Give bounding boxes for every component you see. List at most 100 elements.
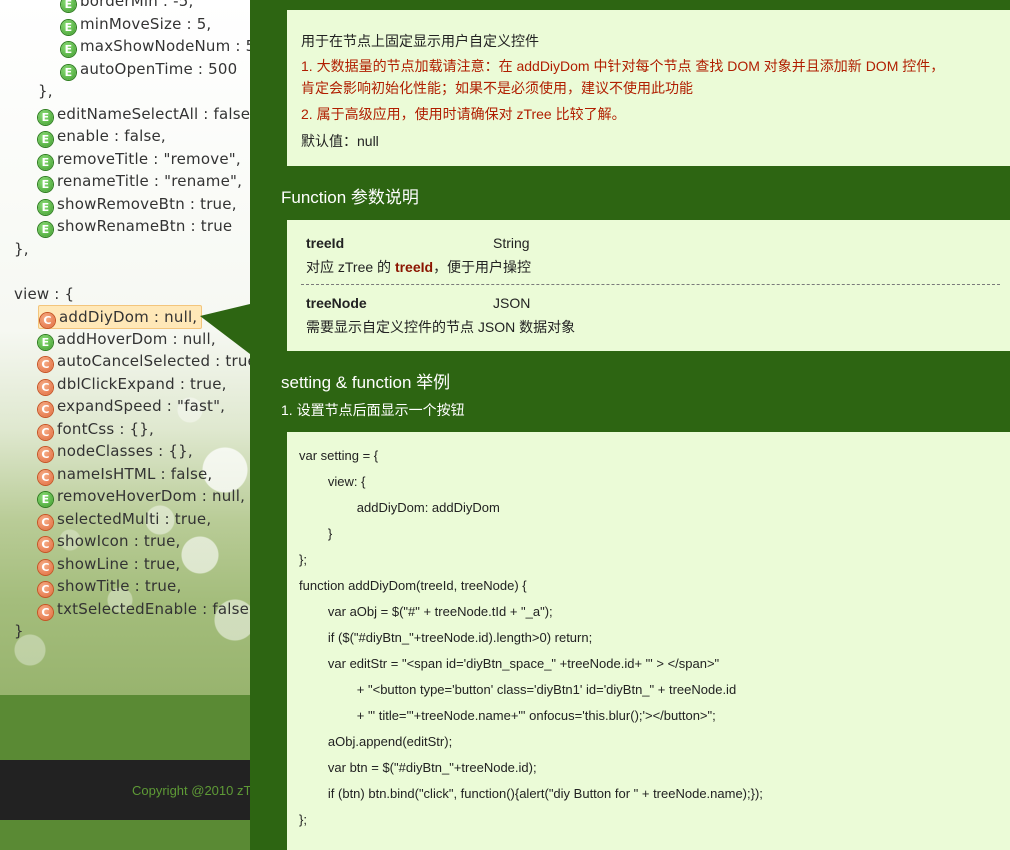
code-line: aObj.append(editStr); (299, 734, 453, 749)
tree-node-label: view : { (14, 284, 75, 303)
option-c-icon: C (38, 514, 53, 530)
tree-node-label: }, (14, 239, 29, 258)
tree-node[interactable]: EautoOpenTime : 500 (61, 58, 237, 80)
tree-node[interactable]: EshowRenameBtn : true (38, 215, 232, 237)
code-line: function addDiyDom(treeId, treeNode) { (299, 578, 527, 593)
tree-node[interactable]: CtxtSelectedEnable : false (38, 598, 249, 620)
tree-node[interactable]: CaddDiyDom : null, (38, 305, 203, 329)
code-line: var editStr = "<span id='diyBtn_space_" … (299, 656, 720, 671)
code-line: if ($("#diyBtn_"+treeNode.id).length>0) … (299, 630, 593, 645)
tree-node[interactable]: CfontCss : {}, (38, 418, 154, 440)
option-c-icon: C (38, 424, 53, 440)
advanced-usage-note: 2. 属于高级应用，使用时请确保对 zTree 比较了解。 (301, 106, 626, 122)
tree-node-label: autoOpenTime : 500 (80, 59, 238, 78)
tree-node[interactable]: EshowRemoveBtn : true, (38, 193, 237, 215)
tree-node[interactable]: EremoveHoverDom : null, (38, 485, 245, 507)
option-c-icon: C (38, 379, 53, 395)
tree-node-label: borderMin : -5, (80, 0, 194, 10)
code-line: addDiyDom: addDiyDom (299, 500, 500, 515)
callout-arrow (200, 304, 250, 354)
tree-node[interactable]: CnameIsHTML : false, (38, 463, 212, 485)
tree-node-label: } (14, 622, 24, 640)
option-e-icon: E (38, 334, 53, 350)
param-treeid-type: String (493, 235, 530, 251)
tree-node-label: enable : false, (57, 127, 166, 145)
tree-node-label: expandSpeed : "fast", (57, 397, 226, 415)
tree-node-label: nameIsHTML : false, (57, 464, 213, 483)
option-e-icon: E (38, 177, 53, 192)
tree-node[interactable]: CshowIcon : true, (38, 530, 180, 552)
option-c-icon: C (38, 537, 53, 552)
code-line: + "<button type='button' class='diyBtn1'… (299, 682, 737, 697)
tree-node-label: minMoveSize : 5, (80, 14, 212, 33)
tree-node[interactable]: CshowLine : true, (38, 553, 180, 575)
tree-node[interactable]: EminMoveSize : 5, (61, 13, 211, 35)
tree-node-label: showRenameBtn : true (57, 217, 233, 235)
code-line: var setting = { (299, 448, 379, 463)
tree-bracket: }, (14, 238, 29, 260)
tree-node[interactable]: CshowTitle : true, (38, 575, 181, 597)
tree-node[interactable]: EeditNameSelectAll : false, (38, 103, 250, 125)
option-c-icon: C (38, 582, 53, 597)
tree-node-label: renameTitle : "rename", (57, 172, 243, 190)
tree-node-label: selectedMulti : true, (57, 509, 212, 528)
params-card: treeId String 对应 zTree 的 treeId，便于用户操控 t… (287, 220, 1010, 351)
tree-node[interactable]: CexpandSpeed : "fast", (38, 395, 225, 417)
tree-node[interactable]: CnodeClasses : {}, (38, 440, 193, 462)
api-doc-panel: 用于在节点上固定显示用户自定义控件 1. 大数据量的节点加载请注意：在 addD… (250, 0, 1010, 850)
tree-node[interactable]: Eenable : false, (38, 125, 166, 147)
tree-node-label: editNameSelectAll : false, (57, 104, 250, 123)
code-example-card: var setting = { view: { addDiyDom: addDi… (287, 432, 1010, 850)
option-c-icon: C (40, 313, 55, 328)
params-section-title: Function 参数说明 (281, 188, 419, 207)
code-line: if (btn) btn.bind("click", function(){al… (299, 786, 763, 801)
option-e-icon: E (61, 64, 76, 80)
performance-note-line1: 1. 大数据量的节点加载请注意：在 addDiyDom 中针对每个节点 查找 D… (301, 58, 945, 74)
code-line: }; (299, 812, 307, 827)
param-treenode-type: JSON (493, 295, 531, 311)
tree-node[interactable]: CselectedMulti : true, (38, 508, 211, 530)
tree-node[interactable]: ErenameTitle : "rename", (38, 170, 242, 192)
tree-node[interactable]: EaddHoverDom : null, (38, 328, 216, 350)
tree-bracket: view : { (14, 283, 74, 305)
copyright-text: Copyright @2010 zTr (132, 783, 256, 798)
tree-node[interactable]: EmaxShowNodeNum : 5 (61, 35, 250, 57)
footer-green-band (0, 695, 250, 760)
tree-node-label: showTitle : true, (57, 577, 182, 595)
tree-node[interactable]: CdblClickExpand : true, (38, 373, 227, 395)
option-e-icon: E (38, 492, 53, 507)
tree-node[interactable]: EborderMin : -5, (61, 0, 193, 12)
option-e-icon: E (38, 222, 53, 237)
tree-node-label: addHoverDom : null, (57, 329, 216, 348)
param-treeid-desc: 对应 zTree 的 treeId，便于用户操控 (306, 259, 532, 275)
code-line: view: { (299, 474, 366, 489)
option-c-icon: C (38, 559, 53, 575)
option-e-icon: E (61, 19, 76, 35)
code-line: var aObj = $("#" + treeNode.tId + "_a"); (299, 604, 553, 619)
param-treenode-desc: 需要显示自定义控件的节点 JSON 数据对象 (306, 319, 576, 335)
option-c-icon: C (38, 469, 53, 485)
footer-bottom-band (0, 820, 250, 850)
tree-node[interactable]: EremoveTitle : "remove", (38, 148, 241, 170)
description-card: 用于在节点上固定显示用户自定义控件 1. 大数据量的节点加载请注意：在 addD… (287, 10, 1010, 166)
option-c-icon: C (38, 402, 53, 417)
tree-node-label: addDiyDom : null, (59, 308, 198, 326)
tree-bracket: } (14, 620, 24, 642)
option-e-icon: E (38, 132, 53, 147)
tree-node-label: removeTitle : "remove", (57, 149, 241, 168)
param-treeid-name: treeId (306, 235, 345, 251)
option-e-icon: E (38, 154, 53, 170)
tree-node-label: showLine : true, (57, 554, 181, 573)
option-c-icon: C (38, 447, 53, 462)
tree-node-label: txtSelectedEnable : false (57, 599, 250, 618)
code-line: + "' title='"+treeNode.name+"' onfocus='… (299, 708, 716, 723)
tree-node-label: removeHoverDom : null, (57, 487, 246, 505)
code-line: }; (299, 552, 307, 567)
option-e-icon: E (61, 0, 76, 12)
option-e-icon: E (61, 42, 76, 57)
tree-node-label: fontCss : {}, (57, 419, 154, 438)
tree-node-label: autoCancelSelected : true (57, 352, 250, 370)
tree-node-label: showIcon : true, (57, 532, 181, 550)
option-c-icon: C (38, 604, 53, 620)
performance-note-line2: 肯定会影响初始化性能；如果不是必须使用，建议不使用此功能 (301, 80, 693, 96)
